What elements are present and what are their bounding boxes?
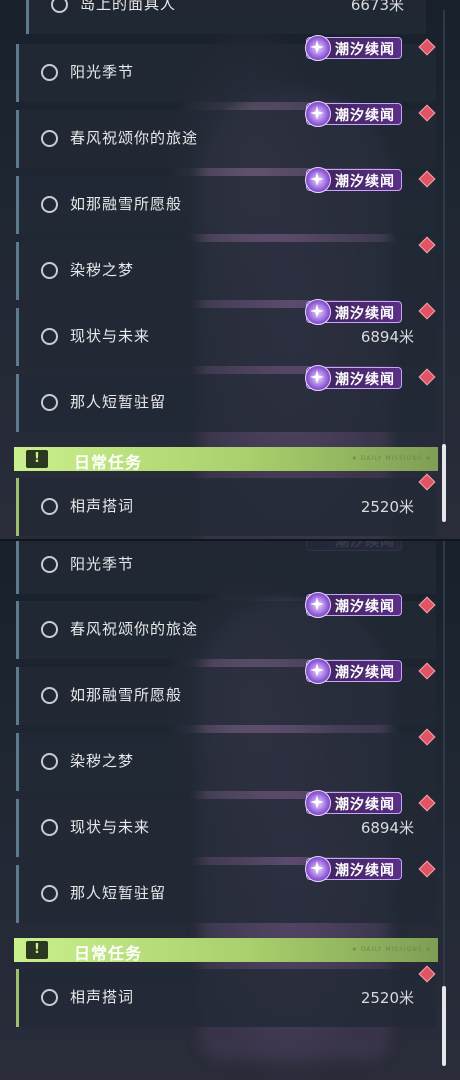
quest-label: 现状与未来	[70, 818, 151, 836]
quest-row[interactable]: 染秽之梦	[16, 733, 436, 791]
quest-distance: 6894米	[360, 328, 414, 346]
tidal-tag: 潮汐续闻	[305, 299, 402, 325]
circle-icon	[41, 498, 58, 515]
quest-row[interactable]: 染秽之梦	[16, 242, 436, 300]
tag-label: 潮汐续闻	[335, 108, 395, 124]
tidal-sparkle-icon	[305, 790, 331, 816]
circle-icon	[41, 989, 58, 1006]
tidal-tag: 潮汐续闻	[305, 365, 402, 391]
daily-quest-row[interactable]: 相声搭词 2520米	[16, 478, 436, 536]
circle-icon	[41, 819, 58, 836]
quest-row[interactable]: 阳光季节	[16, 541, 436, 594]
quest-label: 相声搭词	[70, 988, 135, 1006]
tag-label: 潮汐续闻	[335, 665, 395, 681]
tidal-tag: 潮汐续闻	[305, 790, 402, 816]
section-title: 日常任务	[74, 453, 143, 472]
quest-distance: 6894米	[360, 819, 414, 837]
quest-label: 染秽之梦	[70, 752, 135, 770]
tidal-tag: 潮汐续闻	[305, 856, 402, 882]
quest-panel-bottom: 潮汐续闻 阳光季节 春风祝颂你的旅途 潮汐续闻 如那融雪所愿般 潮汐续闻 染秽之…	[0, 541, 460, 1080]
tidal-sparkle-icon	[305, 35, 331, 61]
circle-icon	[41, 556, 58, 573]
quest-label: 阳光季节	[70, 63, 135, 81]
quest-label: 相声搭词	[70, 497, 135, 515]
circle-icon	[41, 687, 58, 704]
exclamation-icon: !	[26, 450, 48, 468]
circle-icon	[41, 394, 58, 411]
quest-label: 现状与未来	[70, 327, 151, 345]
tidal-sparkle-icon	[305, 592, 331, 618]
quest-label: 如那融雪所愿般	[70, 195, 183, 213]
circle-icon	[41, 262, 58, 279]
daily-quest-row[interactable]: 相声搭词 2520米	[16, 969, 436, 1027]
circle-icon	[41, 196, 58, 213]
quest-label: 如那融雪所愿般	[70, 686, 183, 704]
quest-label: 阳光季节	[70, 555, 135, 573]
section-title: 日常任务	[74, 944, 143, 963]
exclamation-icon: !	[26, 941, 48, 959]
circle-icon	[41, 753, 58, 770]
scrollbar-thumb[interactable]	[442, 986, 446, 1066]
circle-icon	[41, 885, 58, 902]
tag-label: 潮汐续闻	[335, 306, 395, 322]
circle-icon	[41, 130, 58, 147]
tidal-tag: 潮汐续闻	[305, 167, 402, 193]
tidal-sparkle-icon	[305, 856, 331, 882]
daily-section-header[interactable]: ! 日常任务 ★ DAILY MISSIONS ★	[14, 447, 438, 472]
tidal-tag: 潮汐续闻	[305, 592, 402, 618]
quest-label: 岛上的面具人	[80, 0, 177, 13]
quest-label: 那人短暂驻留	[70, 393, 167, 411]
quest-label: 染秽之梦	[70, 261, 135, 279]
tidal-sparkle-icon	[305, 167, 331, 193]
tidal-tag: 潮汐续闻	[305, 658, 402, 684]
tidal-sparkle-icon	[305, 299, 331, 325]
tidal-tag: 潮汐续闻	[305, 35, 402, 61]
section-watermark: ★ DAILY MISSIONS ★	[351, 455, 432, 462]
quest-distance: 2520米	[360, 989, 414, 1007]
tidal-tag: 潮汐续闻	[305, 101, 402, 127]
tag-label: 潮汐续闻	[335, 372, 395, 388]
tidal-sparkle-icon	[305, 101, 331, 127]
tag-label: 潮汐续闻	[335, 42, 395, 58]
quest-label: 那人短暂驻留	[70, 884, 167, 902]
circle-icon	[41, 621, 58, 638]
tag-label: 潮汐续闻	[335, 863, 395, 879]
circle-icon	[51, 0, 68, 13]
quest-label: 春风祝颂你的旅途	[70, 620, 199, 638]
circle-icon	[41, 328, 58, 345]
tag-label: 潮汐续闻	[335, 174, 395, 190]
tag-label: 潮汐续闻	[335, 599, 395, 615]
daily-section-header[interactable]: ! 日常任务 ★ DAILY MISSIONS ★	[14, 938, 438, 963]
quest-panel-top: 岛上的面具人 6673米 阳光季节 潮汐续闻 春风祝颂你的旅途 潮汐续闻 如那融…	[0, 0, 460, 539]
quest-row-partial[interactable]: 岛上的面具人 6673米	[26, 0, 426, 34]
scrollbar-thumb[interactable]	[442, 444, 446, 522]
tidal-sparkle-icon	[305, 365, 331, 391]
quest-distance: 6673米	[350, 0, 404, 14]
quest-distance: 2520米	[360, 498, 414, 516]
quest-label: 春风祝颂你的旅途	[70, 129, 199, 147]
section-watermark: ★ DAILY MISSIONS ★	[351, 946, 432, 953]
tidal-sparkle-icon	[305, 658, 331, 684]
tag-label: 潮汐续闻	[335, 797, 395, 813]
circle-icon	[41, 64, 58, 81]
